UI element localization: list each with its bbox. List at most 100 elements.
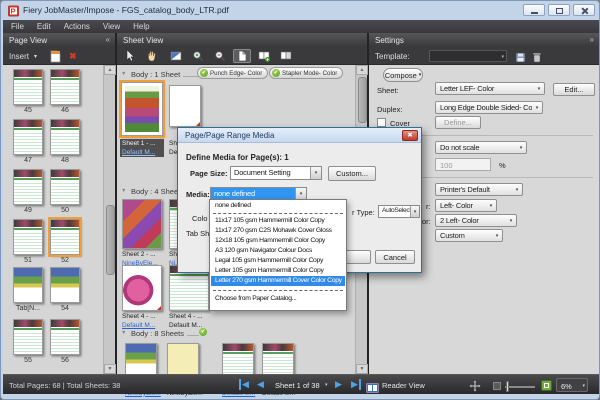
media-option[interactable]: none defined	[211, 201, 345, 211]
section-header-body-8[interactable]: ▼ Body : 8 Sheets	[121, 328, 361, 340]
scroll-up-icon[interactable]: ▲	[356, 65, 368, 75]
zoom-slider-handle[interactable]	[506, 381, 509, 392]
sheet-thumbnail[interactable]	[169, 85, 201, 127]
page-view-scrollbar[interactable]: ▲ ▼	[103, 65, 115, 374]
mask-tool-icon[interactable]	[167, 49, 185, 63]
paper-type-combo[interactable]: AutoSelect ▾	[378, 205, 420, 218]
media-option-selected[interactable]: Letter 270 gsm Hammermill Cover Color Co…	[211, 276, 345, 286]
dialog-title-bar[interactable]: Page/Page Range Media ✖	[178, 128, 421, 143]
scroll-up-icon[interactable]: ▲	[104, 65, 116, 75]
scale-percent-input[interactable]: 100	[435, 158, 491, 171]
page-thumbnail-tab[interactable]	[13, 267, 43, 303]
section-line	[183, 76, 199, 77]
first-sheet-icon[interactable]: ◀	[239, 379, 249, 390]
zoom-fit-icon[interactable]	[541, 380, 552, 391]
expand-panel-icon[interactable]: »	[590, 35, 594, 44]
pan-fit-icon[interactable]	[469, 379, 481, 397]
menu-actions[interactable]: Actions	[64, 22, 90, 31]
section-collapse-icon[interactable]: ▼	[121, 71, 126, 77]
menu-view[interactable]: View	[103, 22, 120, 31]
settings-title: Settings	[375, 36, 404, 45]
zoom-slider-track[interactable]	[505, 386, 535, 388]
imposition-layout-icon[interactable]	[277, 49, 295, 63]
scrollbar-thumb[interactable]	[358, 77, 367, 123]
define-cover-button[interactable]: Define...	[435, 116, 481, 129]
punch-combo[interactable]: 2 Left- Color ▾	[435, 214, 517, 227]
media-option-paper-catalog[interactable]: Choose from Paper Catalog...	[211, 294, 345, 304]
page-thumbnail[interactable]	[50, 319, 80, 355]
custom-page-size-button[interactable]: Custom...	[328, 166, 376, 181]
page-thumbnail[interactable]	[13, 219, 43, 255]
page-thumbnail[interactable]	[50, 267, 80, 303]
page-size-combo[interactable]: Document Setting ▾	[230, 166, 322, 180]
sheet-nav-text[interactable]: Sheet 1 of 38	[275, 381, 320, 390]
sheet-thumbnail[interactable]	[122, 199, 162, 249]
select-tool-icon[interactable]	[121, 49, 139, 63]
page-thumbnail[interactable]	[13, 119, 43, 155]
page-thumbnail[interactable]	[50, 119, 80, 155]
zoom-out-icon[interactable]	[211, 49, 229, 63]
insert-dropdown-icon[interactable]: ▾	[34, 53, 37, 60]
compose-menu-button[interactable]: Compose ▾	[383, 68, 423, 82]
menu-file[interactable]: File	[11, 22, 24, 31]
section-label: Body : 8 Sheets	[131, 329, 184, 338]
media-option[interactable]: 11x17 270 gsm C2S Mohawk Cover Gloss	[211, 226, 345, 236]
page-thumbnail[interactable]	[50, 169, 80, 205]
page-thumbnail-selected[interactable]	[50, 219, 80, 255]
next-sheet-icon[interactable]: ▶	[335, 379, 342, 390]
cover-checkbox[interactable]	[377, 118, 386, 127]
sheet-setting-combo[interactable]: Letter LEF- Color ▾	[435, 82, 545, 95]
stapler-combo[interactable]: Left- Color ▾	[435, 199, 497, 212]
finishing-media-combo[interactable]: Printer's Default ▾	[435, 183, 523, 196]
fold-combo[interactable]: Custom ▾	[435, 229, 503, 242]
section-collapse-icon[interactable]: ▼	[121, 330, 126, 336]
media-option[interactable]: 12x18 105 gsm Hammermill Color Copy	[211, 236, 345, 246]
cancel-button[interactable]: Cancel	[375, 250, 415, 264]
page-thumbnail[interactable]	[13, 169, 43, 205]
sheet-thumbnail[interactable]	[122, 265, 162, 311]
pan-tool-icon[interactable]	[143, 49, 161, 63]
page-thumbnail[interactable]	[13, 319, 43, 355]
page-thumbnail[interactable]	[13, 69, 43, 105]
section-collapse-icon[interactable]: ▼	[121, 188, 126, 194]
scrollbar-thumb[interactable]	[106, 205, 115, 275]
reader-view-icon[interactable]	[366, 380, 379, 398]
zoom-in-icon[interactable]	[189, 49, 207, 63]
dialog-close-button[interactable]: ✖	[402, 130, 418, 141]
scale-percent-value: 100	[440, 161, 453, 170]
page-content-view-icon[interactable]	[233, 49, 251, 63]
media-option[interactable]: A3 120 gsm Navigator Colour Docs	[211, 246, 345, 256]
minimize-button[interactable]	[523, 4, 545, 16]
sheet-nav-dropdown-icon[interactable]: ▾	[325, 382, 328, 388]
zoom-level-combo[interactable]: 6% ▾	[556, 378, 588, 392]
collapse-panel-icon[interactable]: «	[106, 35, 110, 44]
media-option[interactable]: Legal 105 gsm Hammermill Color Copy	[211, 256, 345, 266]
punch-edge-badge[interactable]: ✔ Punch Edge- Color	[197, 67, 268, 79]
menu-help[interactable]: Help	[133, 22, 149, 31]
chevron-down-icon: ▾	[532, 105, 542, 111]
paper-type-label-fragment: r Type:	[352, 208, 375, 217]
imposition-add-icon[interactable]	[255, 49, 273, 63]
template-combo[interactable]: ▾	[429, 50, 507, 62]
media-option[interactable]: 11x17 105 gsm Hammermill Color Copy	[211, 216, 345, 226]
sheet-thumbnail-selected[interactable]	[121, 82, 163, 136]
page-thumbnail[interactable]	[50, 69, 80, 105]
menu-edit[interactable]: Edit	[37, 22, 51, 31]
scroll-down-icon[interactable]: ▼	[356, 364, 368, 374]
media-option[interactable]: Letter 105 gsm Hammermill Color Copy	[211, 266, 345, 276]
sheet-label[interactable]: Sheet 1 - ... Default M...	[120, 139, 164, 157]
scroll-down-icon[interactable]: ▼	[104, 364, 116, 374]
sheet-media-link[interactable]: Default M...	[122, 149, 162, 158]
delete-page-icon[interactable]: ✖	[69, 51, 77, 62]
stapler-mode-badge[interactable]: ✔ Stapler Mode- Color	[269, 67, 343, 79]
edit-sheet-button[interactable]: Edit...	[553, 83, 595, 96]
prev-sheet-icon[interactable]: ◀	[257, 379, 264, 390]
duplex-combo[interactable]: Long Edge Double Sided- Color ▾	[435, 101, 543, 114]
zoom-small-icon[interactable]	[493, 382, 501, 390]
close-button[interactable]	[573, 4, 595, 16]
insert-button[interactable]: Insert	[9, 52, 29, 61]
last-sheet-icon[interactable]: ▶	[351, 379, 361, 390]
scale-combo[interactable]: Do not scale ▾	[435, 141, 527, 154]
reader-view-button[interactable]: Reader View	[382, 381, 425, 390]
maximize-button[interactable]	[548, 4, 570, 16]
